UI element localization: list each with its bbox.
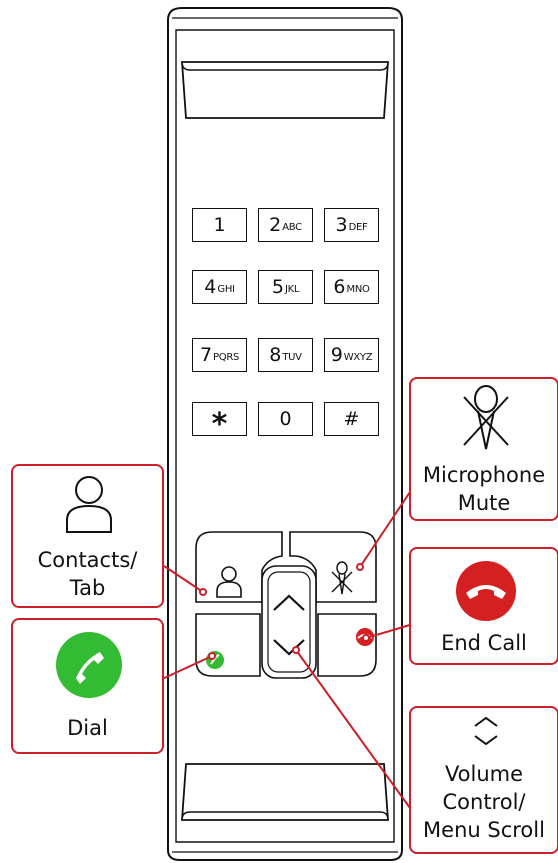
- key-0[interactable]: 0: [258, 402, 313, 436]
- key-5[interactable]: 5 JKL: [258, 270, 313, 304]
- contacts-callout: Contacts/ Tab: [11, 464, 164, 608]
- key-4[interactable]: 4 GHI: [192, 270, 247, 304]
- volume-callout: Volume Control/ Menu Scroll: [409, 706, 558, 854]
- volume-label-line1: Volume: [444, 762, 524, 786]
- volume-label-line2: Control/: [442, 790, 526, 814]
- dial-key-outline: [195, 613, 261, 677]
- hang-up-icon: [456, 561, 516, 621]
- key-9[interactable]: 9 WXYZ: [324, 338, 379, 372]
- end-call-label: End Call: [441, 631, 527, 655]
- key-6[interactable]: 6 MNO: [324, 270, 379, 304]
- contacts-label-line1: Contacts/: [37, 548, 138, 572]
- key-8[interactable]: 8 TUV: [258, 338, 313, 372]
- end-call-callout: End Call: [409, 547, 558, 665]
- volume-label-line3: Menu Scroll: [423, 818, 545, 842]
- key-1[interactable]: 1: [192, 208, 247, 242]
- mute-callout: Microphone Mute: [409, 377, 558, 521]
- contacts-label-line2: Tab: [69, 576, 106, 600]
- key-7[interactable]: 7 PQRS: [192, 338, 247, 372]
- volume-rocker-outline: [261, 565, 317, 679]
- dial-callout: Dial: [11, 618, 164, 754]
- key-star[interactable]: *: [192, 402, 247, 442]
- key-2[interactable]: 2 ABC: [258, 208, 313, 242]
- microphone-muted-icon: [463, 385, 509, 450]
- person-icon: [66, 476, 112, 533]
- key-hash[interactable]: #: [324, 402, 379, 436]
- dial-label: Dial: [67, 716, 108, 740]
- key-3[interactable]: 3 DEF: [324, 208, 379, 242]
- mute-label-line1: Microphone: [422, 463, 546, 487]
- mute-label-line2: Mute: [457, 491, 511, 515]
- phone-handset-icon: [56, 632, 122, 698]
- chevron-up-down-icon: [474, 716, 498, 746]
